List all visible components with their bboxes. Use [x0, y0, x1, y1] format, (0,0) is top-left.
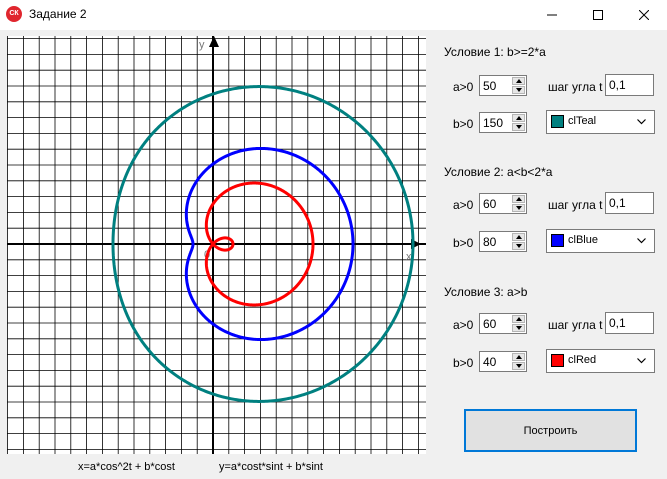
y-axis-arrow [209, 36, 219, 47]
condition-2-step-value: 0,1 [609, 196, 626, 210]
condition-1-color-name: clTeal [568, 115, 597, 127]
spin-up-button[interactable] [512, 114, 525, 122]
plot-area: y x 0 [7, 36, 426, 454]
maximize-button[interactable] [575, 0, 621, 30]
condition-3-color-select[interactable]: clRed [546, 349, 655, 373]
condition-2-a-label: a>0 [453, 198, 474, 212]
formula-x: x=a*cos^2t + b*cost [78, 461, 175, 473]
condition-3-b-spinner[interactable]: 40 [479, 351, 527, 372]
condition-3-b-value: 40 [483, 355, 497, 369]
condition-3-a-spinner[interactable]: 60 [479, 313, 527, 334]
condition-2-b-value: 80 [483, 235, 497, 249]
window-title: Задание 2 [29, 7, 87, 21]
condition-3-b-label: b>0 [453, 356, 474, 370]
spin-down-button[interactable] [512, 362, 525, 370]
condition-1-b-spinner[interactable]: 150 [479, 112, 527, 133]
condition-2-a-value: 60 [483, 197, 497, 211]
chevron-down-icon [637, 238, 646, 244]
build-button[interactable]: Построить [464, 409, 637, 452]
y-axis-label: y [199, 39, 205, 51]
condition-3-step-value: 0,1 [609, 316, 626, 330]
close-button[interactable] [621, 0, 667, 30]
condition-1-title: Условие 1: b>=2*a [444, 45, 546, 59]
spin-down-button[interactable] [512, 86, 525, 94]
spin-down-button[interactable] [512, 204, 525, 212]
condition-2-b-spinner[interactable]: 80 [479, 231, 527, 252]
formula-y: y=a*cost*sint + b*sint [219, 461, 323, 473]
condition-1-a-value: 50 [483, 79, 497, 93]
condition-1-color-select[interactable]: clTeal [546, 110, 655, 134]
app-icon: СК [6, 6, 22, 22]
condition-2-color-select[interactable]: clBlue [546, 229, 655, 253]
condition-2-b-label: b>0 [453, 236, 474, 250]
spin-up-button[interactable] [512, 315, 525, 323]
spin-down-button[interactable] [512, 123, 525, 131]
condition-3-a-value: 60 [483, 317, 497, 331]
condition-1-a-spinner[interactable]: 50 [479, 75, 527, 96]
condition-1-a-label: a>0 [453, 80, 474, 94]
condition-2-a-spinner[interactable]: 60 [479, 193, 527, 214]
chevron-down-icon [637, 119, 646, 125]
condition-2-step-input[interactable]: 0,1 [605, 192, 654, 214]
spin-up-button[interactable] [512, 77, 525, 85]
spin-up-button[interactable] [512, 195, 525, 203]
chevron-down-icon [637, 358, 646, 364]
condition-3-a-label: a>0 [453, 318, 474, 332]
title-bar: СК Задание 2 [0, 0, 667, 30]
condition-1-b-label: b>0 [453, 117, 474, 131]
color-swatch [551, 354, 564, 367]
condition-2-title: Условие 2: a<b<2*a [444, 165, 553, 179]
maximize-icon [593, 10, 603, 20]
spin-up-button[interactable] [512, 353, 525, 361]
condition-3-step-label: шаг угла t [548, 318, 603, 332]
spin-down-button[interactable] [512, 324, 525, 332]
plot-canvas: y x 0 [7, 36, 426, 454]
color-swatch [551, 115, 564, 128]
minimize-icon [547, 14, 557, 16]
axes: y x 0 [7, 36, 426, 454]
condition-1-b-value: 150 [483, 116, 504, 130]
condition-3-title: Условие 3: a>b [444, 285, 528, 299]
condition-2-step-label: шаг угла t [548, 198, 603, 212]
close-icon [639, 10, 649, 20]
condition-3-step-input[interactable]: 0,1 [605, 312, 654, 334]
condition-2-color-name: clBlue [568, 234, 598, 246]
condition-1-step-label: шаг угла t [548, 80, 603, 94]
spin-up-button[interactable] [512, 233, 525, 241]
condition-1-step-input[interactable]: 0,1 [605, 74, 654, 96]
minimize-button[interactable] [529, 0, 575, 30]
condition-3-color-name: clRed [568, 354, 597, 366]
condition-1-step-value: 0,1 [609, 78, 626, 92]
spin-down-button[interactable] [512, 242, 525, 250]
build-button-label: Построить [523, 425, 578, 437]
color-swatch [551, 234, 564, 247]
